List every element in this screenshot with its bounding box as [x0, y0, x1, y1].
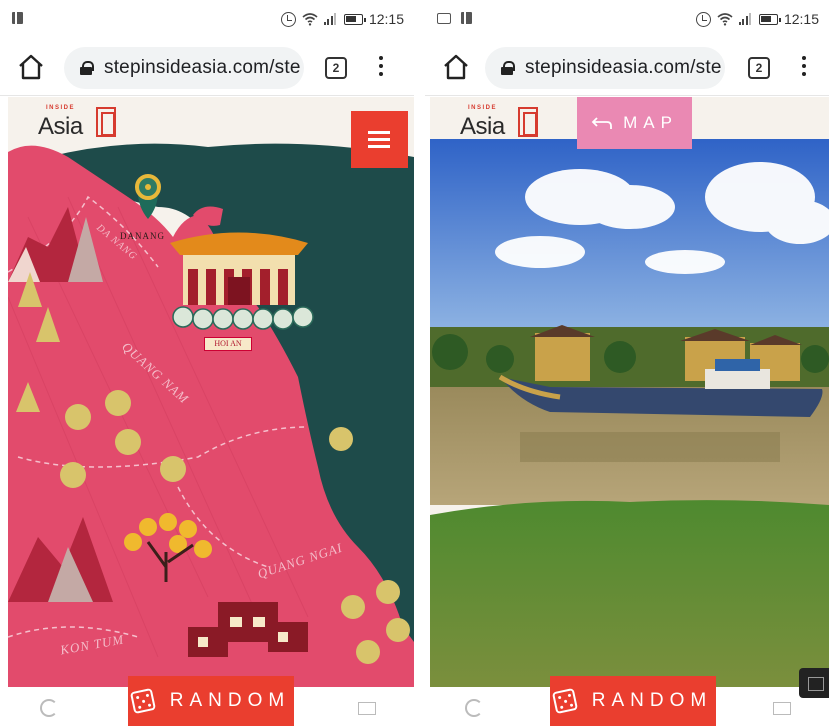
browser-toolbar: stepinsideasia.com/ste 2 [425, 40, 829, 96]
status-bar: 12:15 [0, 0, 414, 40]
mail-icon[interactable] [358, 702, 376, 715]
refresh-icon[interactable] [40, 699, 58, 717]
logo-mark-icon [518, 107, 538, 137]
dice-icon [551, 687, 578, 715]
logo-mark-icon [96, 107, 116, 137]
browser-toolbar: stepinsideasia.com/ste 2 [0, 40, 414, 96]
notification-icon [461, 12, 472, 24]
illustrated-map [8, 97, 414, 687]
image-notification-icon [437, 12, 451, 24]
back-to-map-button[interactable]: MAP [577, 97, 692, 149]
lock-icon [80, 61, 94, 75]
url-text: stepinsideasia.com/ste [104, 57, 301, 78]
tab-switcher-button[interactable]: 2 [325, 57, 347, 79]
notification-icon [12, 12, 23, 24]
battery-icon [758, 13, 781, 25]
menu-icon[interactable] [378, 56, 384, 80]
lock-icon [501, 61, 515, 75]
address-bar[interactable]: stepinsideasia.com/ste [64, 47, 304, 89]
url-text: stepinsideasia.com/ste [525, 57, 722, 78]
battery-icon [343, 13, 366, 25]
alarm-icon [695, 11, 711, 27]
map-label-hoi-an[interactable]: HOI AN [204, 337, 252, 351]
random-button[interactable]: RANDOM [550, 676, 716, 726]
right-phone-screen: 12:15 stepinsideasia.com/ste 2 INSIDE As… [425, 0, 829, 726]
fullscreen-icon[interactable] [799, 668, 829, 698]
photo-page: INSIDE Asia MAP [430, 97, 829, 687]
left-phone-screen: 12:15 stepinsideasia.com/ste 2 INSIDE As… [0, 0, 414, 726]
wifi-icon [302, 13, 318, 26]
signal-icon [323, 13, 338, 25]
status-time: 12:15 [783, 11, 819, 27]
menu-icon[interactable] [801, 56, 807, 80]
status-bar: 12:15 [425, 0, 829, 40]
tab-switcher-button[interactable]: 2 [748, 57, 770, 79]
home-icon[interactable] [17, 54, 45, 80]
signal-icon [738, 13, 753, 25]
alarm-icon [280, 11, 296, 27]
map-label-danang[interactable]: DANANG [120, 231, 165, 241]
status-time: 12:15 [368, 11, 404, 27]
home-icon[interactable] [442, 54, 470, 80]
hoi-an-river-photo [430, 97, 829, 687]
address-bar[interactable]: stepinsideasia.com/ste [485, 47, 725, 89]
map-page: INSIDE Asia DANANG DA NANG QUANG NAM QUA… [8, 97, 414, 687]
wifi-icon [717, 13, 733, 26]
dice-icon [129, 687, 156, 715]
site-logo[interactable]: INSIDE Asia [38, 105, 128, 141]
hamburger-menu-button[interactable] [351, 111, 408, 168]
mail-icon[interactable] [773, 702, 791, 715]
back-arrow-icon [591, 117, 612, 129]
refresh-icon[interactable] [465, 699, 483, 717]
site-logo[interactable]: INSIDE Asia [460, 105, 550, 141]
random-button[interactable]: RANDOM [128, 676, 294, 726]
